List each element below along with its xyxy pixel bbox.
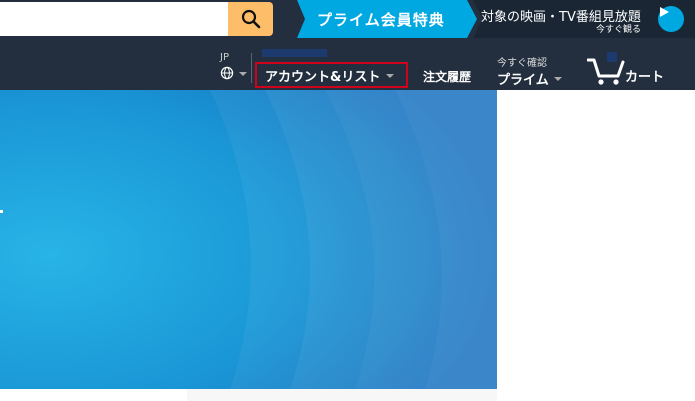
cart-button[interactable]: カート — [587, 52, 682, 86]
prime-banner[interactable]: プライム会員特典 対象の映画・TV番組見放題 今すぐ観る — [297, 0, 695, 38]
language-label: JP — [220, 52, 229, 63]
account-and-lists-menu[interactable]: アカウント&リスト — [255, 62, 408, 88]
chevron-down-icon — [239, 72, 247, 76]
carousel-edge-indicator — [0, 210, 3, 213]
account-and-lists-label: アカウント&リスト — [265, 69, 381, 85]
prime-menu-label: プライム — [497, 73, 549, 88]
top-bar: プライム会員特典 対象の映画・TV番組見放題 今すぐ観る — [0, 0, 695, 38]
language-selector[interactable]: JP — [218, 52, 252, 82]
search-icon — [241, 9, 260, 29]
cart-label: カート — [625, 70, 665, 85]
cart-icon — [587, 58, 625, 85]
hero-background — [0, 90, 497, 389]
nav-bar: JP アカウント&リスト 注文履歴 今すぐ確認 プライム カート — [0, 38, 695, 90]
chevron-down-icon — [386, 74, 395, 78]
prime-video-watch-now[interactable]: 今すぐ観る — [596, 22, 641, 35]
content-strip — [187, 389, 497, 401]
hero-banner[interactable] — [0, 90, 497, 389]
play-button[interactable] — [658, 6, 684, 32]
prime-perks-label[interactable]: プライム会員特典 — [317, 9, 445, 30]
chevron-down-icon — [553, 76, 562, 81]
search-button[interactable] — [228, 2, 273, 36]
globe-icon — [220, 66, 234, 80]
search-input[interactable] — [0, 2, 228, 36]
account-name-redacted — [262, 49, 327, 57]
play-icon — [660, 7, 669, 17]
prime-menu[interactable]: 今すぐ確認 プライム — [497, 54, 562, 88]
orders-link[interactable]: 注文履歴 — [423, 68, 471, 85]
prime-menu-subtitle: 今すぐ確認 — [497, 58, 547, 69]
nav-divider — [251, 53, 252, 83]
